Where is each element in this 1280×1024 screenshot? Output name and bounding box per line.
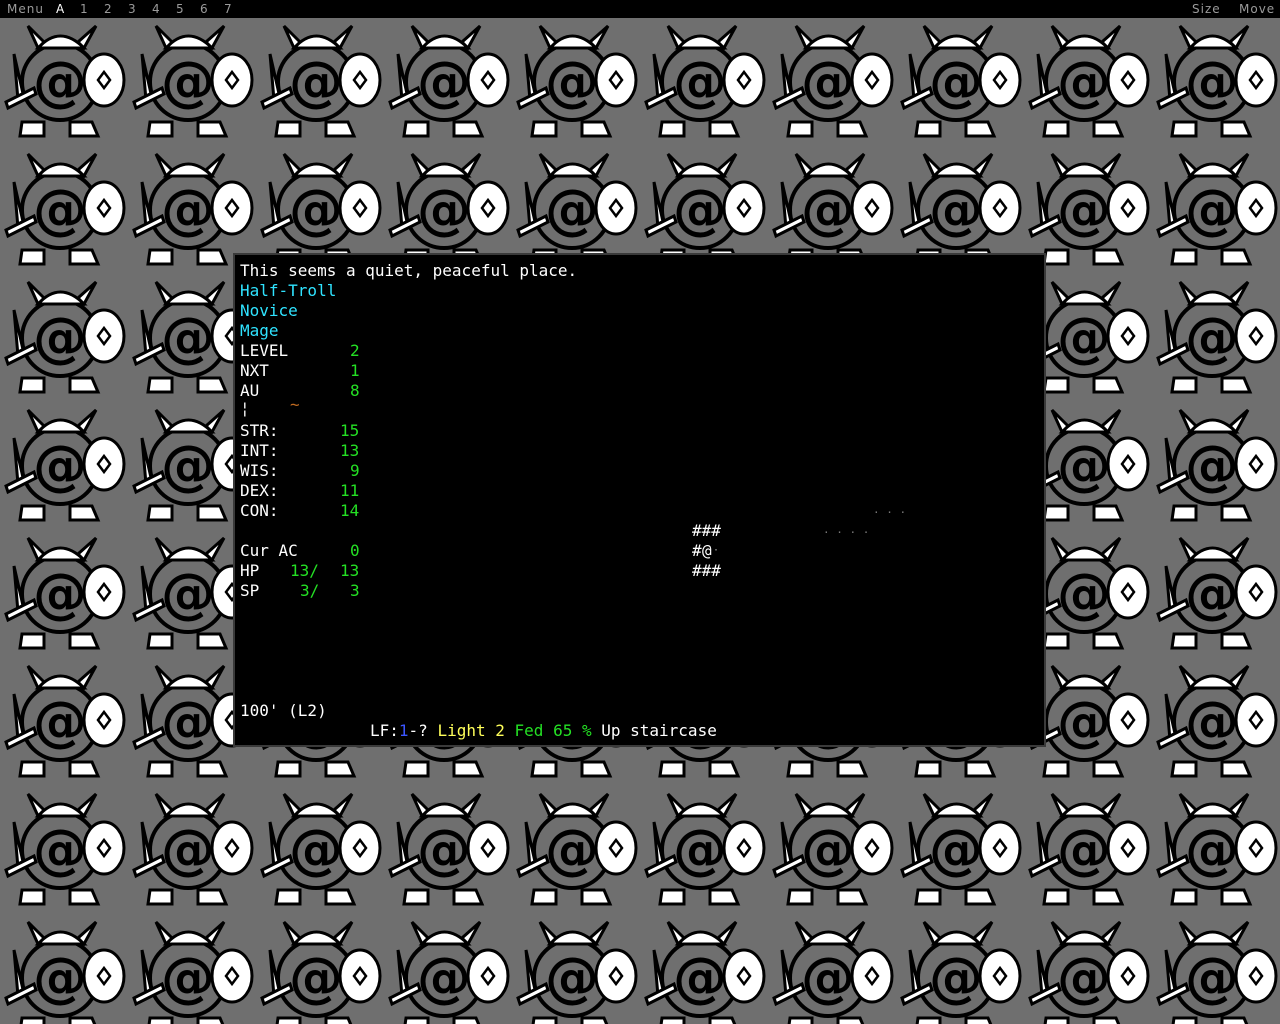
attr-value-dex: 11 xyxy=(340,481,360,500)
depth-indicator: 100' (L2) xyxy=(240,701,327,720)
attr-label-con: CON: xyxy=(240,501,279,520)
location-status: Up staircase xyxy=(601,721,717,740)
term-tab-4[interactable]: 4 xyxy=(152,0,161,18)
term-tab-a[interactable]: A xyxy=(56,0,65,18)
stat-label-level: LEVEL xyxy=(240,341,289,360)
player-avatar: @ xyxy=(702,541,712,560)
ac-label: Cur AC xyxy=(240,541,298,560)
stat-value-level: 2 xyxy=(350,341,360,360)
map-wall-row-top: ### xyxy=(692,521,721,540)
map-wall-row-bottom: ### xyxy=(692,561,721,580)
move-button[interactable]: Move xyxy=(1239,0,1275,18)
map-remembered-floor-a: · · · xyxy=(873,506,907,519)
attr-value-str: 15 xyxy=(340,421,360,440)
message-line: This seems a quiet, peaceful place. xyxy=(240,261,578,280)
menu-button[interactable]: Menu xyxy=(7,0,44,18)
term-tab-3[interactable]: 3 xyxy=(128,0,137,18)
equipment-light-glyph: ~ xyxy=(290,395,300,414)
character-race: Half-Troll xyxy=(240,281,337,300)
sp-max: 3 xyxy=(350,581,360,600)
lf-level: 1 xyxy=(398,721,409,740)
sp-label: SP xyxy=(240,581,260,600)
attr-label-int: INT: xyxy=(240,441,279,460)
size-button[interactable]: Size xyxy=(1192,0,1221,18)
character-title: Novice xyxy=(240,301,298,320)
game-terminal-window[interactable]: This seems a quiet, peaceful place. Half… xyxy=(233,253,1046,747)
attr-value-int: 13 xyxy=(340,441,360,460)
attr-value-con: 14 xyxy=(340,501,360,520)
equipment-weapon-glyph: ¦ xyxy=(240,399,250,418)
lf-rest: -? xyxy=(408,721,428,740)
stat-value-au: 8 xyxy=(350,381,360,400)
attr-label-wis: WIS: xyxy=(240,461,279,480)
sp-current: 3/ xyxy=(300,581,320,600)
map-wall-left: # xyxy=(692,541,702,560)
stat-label-au: AU xyxy=(240,381,260,400)
term-tab-7[interactable]: 7 xyxy=(224,0,233,18)
hp-current: 13/ xyxy=(290,561,319,580)
stat-label-nxt: NXT xyxy=(240,361,269,380)
term-tab-1[interactable]: 1 xyxy=(80,0,89,18)
term-tab-6[interactable]: 6 xyxy=(200,0,209,18)
stat-value-nxt: 1 xyxy=(350,361,360,380)
light-status: Light 2 xyxy=(437,721,505,740)
hp-max: 13 xyxy=(340,561,360,580)
term-tab-2[interactable]: 2 xyxy=(104,0,113,18)
character-class: Mage xyxy=(240,321,279,340)
hp-label: HP xyxy=(240,561,260,580)
attr-value-wis: 9 xyxy=(350,461,360,480)
map-floor-tile: · xyxy=(713,545,720,556)
top-menu-bar: Menu A 1 2 3 4 5 6 7 Size Move xyxy=(0,0,1280,18)
term-tab-5[interactable]: 5 xyxy=(176,0,185,18)
attr-label-dex: DEX: xyxy=(240,481,279,500)
map-remembered-floor-b: · · · · xyxy=(823,526,870,539)
lf-label: LF: xyxy=(370,721,399,740)
attr-label-str: STR: xyxy=(240,421,279,440)
fed-status: Fed 65 % xyxy=(514,721,592,740)
ac-value: 0 xyxy=(350,541,360,560)
status-bar: LF:1-? Light 2 Fed 65 % Up staircase xyxy=(370,721,717,741)
